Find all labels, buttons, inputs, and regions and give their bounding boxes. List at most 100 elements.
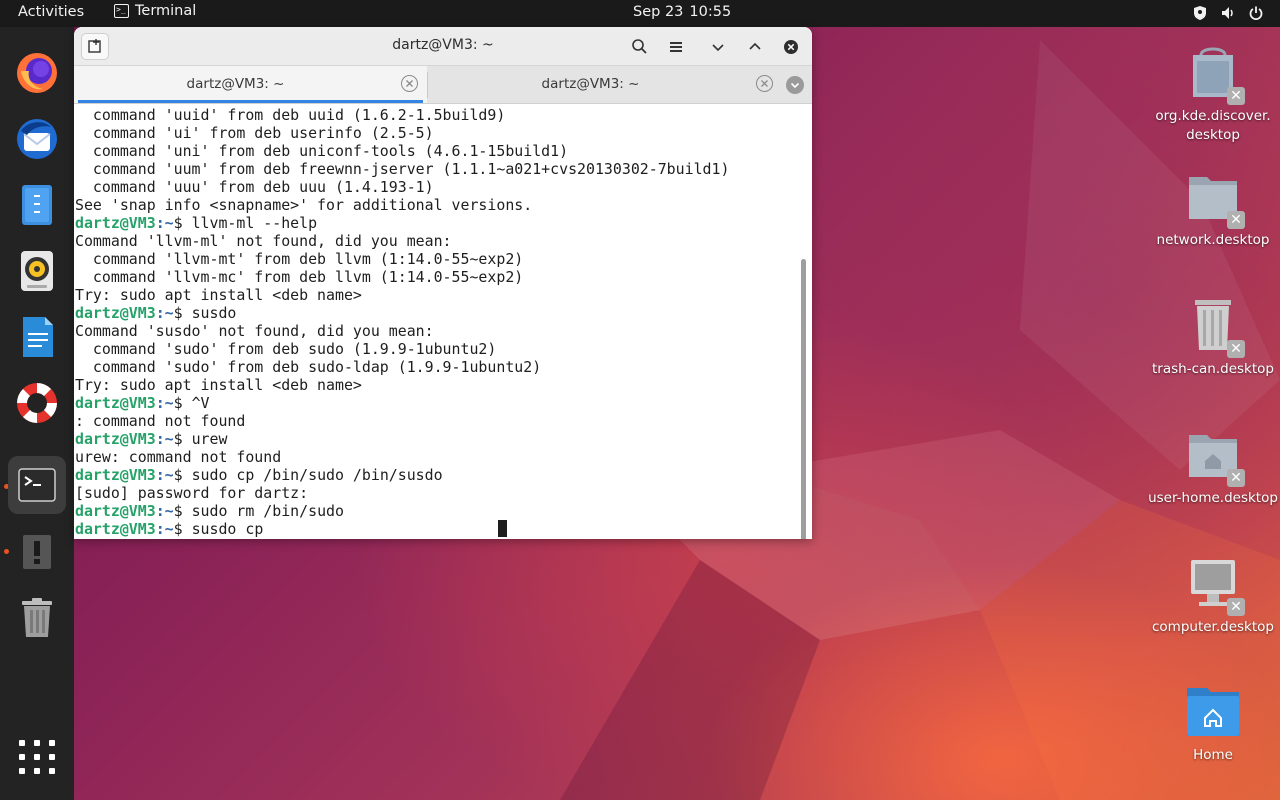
tab-1-close-icon[interactable]	[401, 75, 418, 92]
terminal-lines: command 'uuid' from deb uuid (1.6.2-1.5b…	[75, 106, 729, 538]
user-home-desktop-icon: ✕	[1183, 425, 1245, 487]
terminal-headerbar[interactable]: dartz@VM3: ~	[74, 27, 812, 66]
volume-icon[interactable]	[1220, 5, 1236, 21]
dock-writer[interactable]	[8, 308, 66, 366]
files-icon	[22, 185, 52, 225]
terminal-output-line: Command 'susdo' not found, did you mean:	[75, 322, 434, 340]
chevron-up-icon	[749, 42, 761, 50]
writer-icon	[23, 317, 53, 357]
help-lifebuoy-icon	[17, 383, 57, 423]
terminal-icon: >_	[114, 4, 129, 18]
active-tab-indicator	[78, 100, 423, 103]
terminal-output-line: See 'snap info <snapname>' for additiona…	[75, 196, 533, 214]
thunderbird-icon	[17, 119, 57, 159]
prompt-symbol: $	[173, 214, 192, 232]
show-apps-button[interactable]	[8, 727, 66, 785]
prompt-symbol: $	[173, 430, 192, 448]
prompt-path: :~	[155, 430, 174, 448]
home-folder-icon	[1183, 682, 1243, 742]
prompt-path: :~	[155, 502, 174, 520]
prompt-user: dartz@VM3	[75, 304, 156, 322]
clock[interactable]: Sep 23 10:55	[633, 4, 731, 20]
command-text: llvm-ml --help	[191, 214, 318, 232]
computer-desktop-icon: ✕	[1183, 554, 1245, 616]
top-bar: Activities >_ Terminal Sep 23 10:55	[0, 0, 1280, 27]
close-button[interactable]	[779, 35, 803, 59]
desktop-icon-label: org.kde.discover. desktop	[1155, 108, 1271, 143]
grid-icon	[19, 740, 55, 774]
minimize-button[interactable]	[706, 35, 730, 59]
dock-trash[interactable]	[8, 588, 66, 646]
terminal-icon	[18, 468, 56, 502]
terminal-command-line: dartz@VM3:~$ sudo cp /bin/sudo /bin/susd…	[75, 466, 729, 484]
power-icon[interactable]	[1248, 5, 1264, 21]
command-text: sudo cp /bin/sudo /bin/susdo	[191, 466, 443, 484]
scrollbar[interactable]	[801, 259, 806, 539]
desktop-icon-computer[interactable]: ✕ computer.desktop	[1148, 554, 1278, 637]
dock-rhythmbox[interactable]	[8, 242, 66, 300]
tab-1-label: dartz@VM3: ~	[186, 76, 285, 92]
desktop-icon-label: trash-can.desktop	[1152, 361, 1274, 377]
system-tray[interactable]	[1192, 5, 1264, 21]
tab-2[interactable]: dartz@VM3: ~	[428, 66, 783, 103]
terminal-command-line: dartz@VM3:~$ sudo rm /bin/sudo	[75, 502, 729, 520]
desktop-icon-label: user-home.desktop	[1148, 490, 1278, 506]
maximize-button[interactable]	[743, 35, 767, 59]
window-title: dartz@VM3: ~	[392, 37, 494, 53]
command-text: susdo	[191, 304, 237, 322]
terminal-output-line: command 'uni' from deb uniconf-tools (4.…	[75, 142, 569, 160]
menu-button[interactable]	[664, 35, 688, 59]
terminal-command-line: dartz@VM3:~$ susdo	[75, 304, 729, 322]
desktop-icon-user-home[interactable]: ✕ user-home.desktop	[1148, 425, 1278, 508]
terminal-output-line: [sudo] password for dartz:	[75, 484, 309, 502]
tab-1[interactable]: dartz@VM3: ~	[74, 66, 427, 103]
terminal-output-line: urew: command not found	[75, 448, 282, 466]
dock-help[interactable]	[8, 374, 66, 432]
command-text: ^V	[191, 394, 210, 412]
terminal-output-line: command 'uum' from deb freewnn-jserver (…	[75, 160, 730, 178]
tab-2-close-icon[interactable]	[756, 75, 773, 92]
clock-time: 10:55	[689, 4, 732, 20]
desktop-icon-home[interactable]: Home	[1148, 682, 1278, 765]
untrusted-badge-icon: ✕	[1227, 211, 1245, 229]
terminal-output[interactable]: command 'uuid' from deb uuid (1.6.2-1.5b…	[74, 104, 812, 539]
tab-list-button[interactable]	[786, 76, 804, 94]
prompt-user: dartz@VM3	[75, 466, 156, 484]
dock-firefox[interactable]	[8, 44, 66, 102]
prompt-path: :~	[155, 304, 174, 322]
prompt-symbol: $	[173, 304, 192, 322]
close-icon	[784, 40, 798, 54]
prompt-user: dartz@VM3	[75, 502, 156, 520]
desktop-icon-discover[interactable]: ✕ org.kde.discover. desktop	[1148, 43, 1278, 145]
command-text: sudo rm /bin/sudo	[191, 502, 344, 520]
app-menu-label: Terminal	[135, 3, 197, 19]
chevron-down-icon	[712, 44, 724, 52]
desktop-icon-label: Home	[1193, 747, 1233, 763]
terminal-command-line: dartz@VM3:~$ ^V	[75, 394, 729, 412]
terminal-command-line: dartz@VM3:~$ susdo cp	[75, 520, 729, 538]
desktop-icon-label: network.desktop	[1156, 232, 1270, 248]
terminal-output-line: command 'ui' from deb userinfo (2.5-5)	[75, 124, 434, 142]
activities-button[interactable]: Activities	[18, 4, 84, 20]
dock-terminal[interactable]	[8, 456, 66, 514]
desktop-icon-trash-can[interactable]: ✕ trash-can.desktop	[1148, 296, 1278, 379]
trash-icon	[22, 598, 52, 637]
dock-files[interactable]	[8, 176, 66, 234]
search-icon	[632, 39, 647, 54]
app-menu[interactable]: >_ Terminal	[114, 3, 196, 19]
tab-2-label: dartz@VM3: ~	[541, 76, 640, 92]
untrusted-badge-icon: ✕	[1227, 87, 1245, 105]
desktop-icon-network[interactable]: ✕ network.desktop	[1148, 167, 1278, 250]
shield-icon[interactable]	[1192, 5, 1208, 21]
discover-desktop-icon: ✕	[1183, 43, 1245, 105]
terminal-output-line: command 'sudo' from deb sudo (1.9.9-1ubu…	[75, 340, 497, 358]
text-cursor	[498, 520, 507, 537]
terminal-output-line: : command not found	[75, 412, 246, 430]
terminal-window[interactable]: dartz@VM3: ~ dartz@VM3: ~ dartz@VM3: ~ c…	[74, 27, 812, 539]
dock-thunderbird[interactable]	[8, 110, 66, 168]
warning-icon	[23, 535, 51, 569]
dock-updates[interactable]	[8, 522, 66, 580]
search-button[interactable]	[628, 35, 652, 59]
terminal-output-line: command 'llvm-mt' from deb llvm (1:14.0-…	[75, 250, 524, 268]
prompt-symbol: $	[173, 394, 192, 412]
